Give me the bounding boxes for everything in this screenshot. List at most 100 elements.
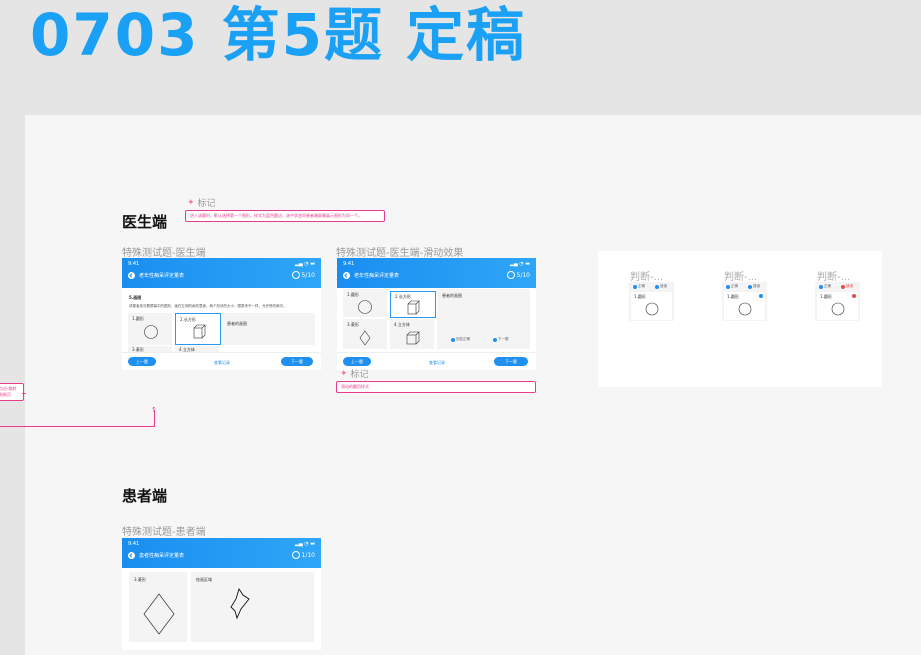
back-icon[interactable]: [128, 552, 135, 559]
nav-title: 老年性痴呆评定量表: [354, 273, 400, 279]
progress-indicator: 1/10: [291, 551, 315, 559]
diamond-icon: [143, 593, 175, 635]
doctor-phone-frame-scroll: 9:41 ▂▄ ◔ ▬ 老年性痴呆评定量表 5/10 1.圆形 2.长方形 患者…: [337, 258, 536, 370]
shape-label: 3.菱形: [134, 577, 146, 582]
check-icon: [655, 284, 659, 289]
chip-label: 正确: [824, 284, 831, 288]
shape-option-selected[interactable]: 2.长方形: [390, 291, 436, 318]
connector-stub: [22, 393, 26, 394]
phone-header: 9:41 ▂▄ ◔ ▬ 老年性痴呆评定量表 5/10: [122, 258, 321, 288]
shape-label: 2.长方形: [180, 317, 196, 322]
note-tag: ✦ 标记: [340, 367, 369, 381]
question-desc: 请患者依次看屏幕中的图形，画在左侧的画布里面，两个形状的大小、跟原来不一样，允许…: [129, 304, 287, 308]
sketch-drawing: [230, 587, 250, 620]
correct-chip[interactable]: 正确: [819, 284, 831, 289]
wrong-chip[interactable]: 错误: [748, 284, 760, 289]
phone-header: 9:41 ▂▄ ◔ ▬ 老年性痴呆评定量表 5/10: [337, 258, 536, 288]
chip-label: 错误: [753, 284, 760, 288]
status-icons: ▂▄ ◔ ▬: [510, 261, 530, 267]
correct-option[interactable]: 回答正确: [451, 337, 470, 342]
shape-label: 1.圆形: [347, 292, 359, 297]
drawing-label: 患者的画图: [227, 321, 247, 326]
prev-button[interactable]: 上一题: [343, 357, 371, 366]
shape-option[interactable]: 1.圆形: [128, 313, 172, 345]
cube-icon: [406, 331, 420, 345]
reference-shape-panel: 3.菱形: [129, 572, 187, 642]
patient-drawing-area: 患者的画图: [222, 313, 315, 345]
shape-label: 1.圆形: [634, 294, 646, 299]
nav-title: 老年性痴呆评定量表: [139, 273, 185, 279]
next-button[interactable]: 下一题: [494, 357, 528, 366]
shape-label: 1.圆形: [132, 316, 144, 321]
note-tag: ✦ 标记: [187, 196, 216, 210]
cross-icon: [841, 284, 845, 289]
cuboid-icon: [407, 300, 420, 315]
cuboid-icon: [193, 324, 206, 339]
back-icon[interactable]: [343, 272, 350, 279]
circle-icon: [738, 302, 752, 316]
circle-icon: [645, 302, 659, 316]
progress-text: 5/10: [516, 271, 530, 279]
frame-label: 特殊测试题-医生端: [122, 248, 206, 259]
doctor-phone-frame: 9:41 ▂▄ ◔ ▬ 老年性痴呆评定量表 5/10 5.画图 请患者依次看屏幕…: [122, 258, 321, 370]
patient-drawing-area: 患者的画图 回答正确 下一题: [437, 289, 530, 349]
drawing-canvas[interactable]: 绘画区域: [191, 572, 314, 642]
next-button[interactable]: 下一题: [281, 357, 313, 366]
circle-icon: [358, 300, 372, 314]
canvas-label: 绘画区域: [196, 577, 212, 582]
shape-option[interactable]: 1.圆形: [343, 289, 387, 317]
progress-ring-icon: [506, 271, 515, 279]
progress-indicator: 5/10: [291, 271, 315, 279]
shape-option-selected[interactable]: 2.长方形: [175, 313, 221, 345]
nav-title: 患者性痴呆评定量表: [139, 553, 185, 559]
wrong-chip[interactable]: 错误: [655, 284, 667, 289]
judge-card-title: 判断-...: [817, 272, 851, 283]
circle-icon: [144, 325, 158, 339]
wrong-chip[interactable]: 错误: [841, 284, 853, 289]
status-time: 9:41: [128, 261, 140, 267]
status-time: 9:41: [343, 261, 355, 267]
progress-indicator: 5/10: [506, 271, 530, 279]
page-title: 0703 第5题 定稿: [30, 1, 527, 69]
shape-cell: 1.圆形: [631, 292, 672, 320]
back-icon[interactable]: [128, 272, 135, 279]
next-option[interactable]: 下一题: [493, 337, 509, 342]
frame-label: 特殊测试题-医生端-滑动效果: [336, 248, 464, 259]
patient-section-label: 患者端: [122, 487, 168, 505]
judge-card[interactable]: 正确 错误 1.圆形: [815, 282, 860, 321]
pin-icon: ✦: [340, 368, 348, 379]
check-icon: [819, 284, 823, 289]
arrow-up-icon: ↑: [151, 406, 157, 414]
judge-card-title: 判断-...: [630, 272, 664, 283]
record-link[interactable]: 查看记录: [429, 360, 445, 366]
note-box: 滑动的翻页样式: [336, 381, 536, 393]
phone-header: 9:41 ▂▄ ◔ ▬ 患者性痴呆评定量表 1/10: [122, 538, 321, 568]
progress-ring-icon: [291, 551, 300, 559]
shape-option[interactable]: 4.立方体: [390, 319, 434, 349]
doctor-section-label: 医生端: [122, 213, 168, 231]
record-link[interactable]: 查看记录: [214, 360, 230, 366]
drawing-label: 患者的画图: [442, 293, 462, 298]
nav-bar: 老年性痴呆评定量表: [128, 272, 184, 279]
left-annotation: 点击-跳转 到新页: [0, 383, 24, 401]
shape-option[interactable]: 3.菱形: [343, 319, 387, 349]
judge-card-title: 判断-...: [724, 272, 758, 283]
prev-button[interactable]: 上一题: [128, 357, 156, 366]
status-icons: ▂▄ ◔ ▬: [295, 541, 315, 547]
judge-card[interactable]: 正确 错误 1.圆形: [629, 282, 674, 321]
check-icon: [493, 337, 497, 342]
judge-card[interactable]: 正确 错误 1.圆形: [722, 282, 767, 321]
progress-ring-icon: [291, 271, 300, 279]
check-icon: [633, 284, 637, 289]
check-icon: [748, 284, 752, 289]
note-box: 进入该题时，默认选择第一个图形，样式为蓝色题边，选中状态同患者端屏幕展示图形为同…: [185, 210, 385, 222]
nav-bar: 患者性痴呆评定量表: [128, 552, 184, 559]
chip-label: 错误: [660, 284, 667, 288]
next-option-label: 下一题: [498, 337, 509, 341]
shape-label: 3.菱形: [347, 322, 359, 327]
correct-chip[interactable]: 正确: [726, 284, 738, 289]
patient-phone-frame: 9:41 ▂▄ ◔ ▬ 患者性痴呆评定量表 1/10 3.菱形 绘画区域: [122, 538, 321, 650]
progress-text: 1/10: [301, 551, 315, 559]
correct-chip[interactable]: 正确: [633, 284, 645, 289]
wrong-mark-icon: [852, 294, 856, 298]
